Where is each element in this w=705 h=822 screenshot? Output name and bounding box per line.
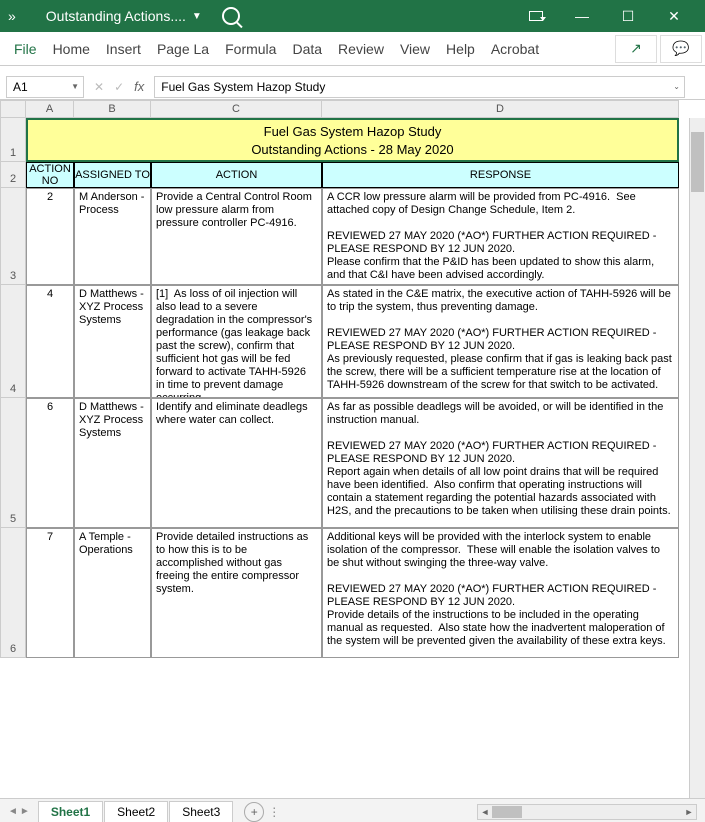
document-title: Outstanding Actions.... bbox=[46, 8, 186, 24]
ribbon-display-options-icon[interactable] bbox=[513, 0, 559, 32]
share-button[interactable]: ↗ bbox=[615, 35, 657, 63]
close-button[interactable]: ✕ bbox=[651, 0, 697, 32]
ribbon-tab-pagelayout[interactable]: Page La bbox=[149, 32, 217, 66]
data-cell[interactable]: 6 bbox=[26, 398, 74, 528]
title-bar: » Outstanding Actions.... ▼ — ☐ ✕ bbox=[0, 0, 705, 32]
formula-buttons: ✕ ✓ fx bbox=[84, 79, 154, 94]
data-cell[interactable]: As far as possible deadlegs will be avoi… bbox=[322, 398, 679, 528]
column-header-a[interactable]: A bbox=[26, 100, 74, 118]
tab-scroll-splitter[interactable]: ⋮ bbox=[268, 805, 274, 819]
column-headers: ABCD bbox=[0, 100, 705, 118]
ribbon-tab-review[interactable]: Review bbox=[330, 32, 392, 66]
table-header-cell[interactable]: ACTION bbox=[151, 162, 322, 188]
sheet-tab-bar: ◄ ► Sheet1Sheet2Sheet3 + ⋮ ◄ ► bbox=[0, 798, 705, 822]
ribbon-tab-data[interactable]: Data bbox=[284, 32, 330, 66]
sheet-title-cell[interactable]: Fuel Gas System Hazop Study Outstanding … bbox=[26, 118, 679, 162]
data-cell[interactable]: A CCR low pressure alarm will be provide… bbox=[322, 188, 679, 285]
name-box[interactable]: A1 ▼ bbox=[6, 76, 84, 98]
data-cell[interactable]: D Matthews - XYZ Process Systems bbox=[74, 285, 151, 398]
data-cell[interactable]: [1] As loss of oil injection will also l… bbox=[151, 285, 322, 398]
data-cell[interactable]: As stated in the C&E matrix, the executi… bbox=[322, 285, 679, 398]
formula-input[interactable]: Fuel Gas System Hazop Study ⌄ bbox=[154, 76, 685, 98]
insert-function-icon[interactable]: fx bbox=[134, 79, 144, 94]
minimize-button[interactable]: — bbox=[559, 0, 605, 32]
add-sheet-button[interactable]: + bbox=[244, 802, 264, 822]
data-cell[interactable]: Provide detailed instructions as to how … bbox=[151, 528, 322, 658]
data-cell[interactable]: 7 bbox=[26, 528, 74, 658]
sheet-tab-sheet3[interactable]: Sheet3 bbox=[169, 801, 233, 822]
column-header-b[interactable]: B bbox=[74, 100, 151, 118]
maximize-button[interactable]: ☐ bbox=[605, 0, 651, 32]
table-header-cell[interactable]: ACTION NO bbox=[26, 162, 74, 188]
select-all-corner[interactable] bbox=[0, 100, 26, 118]
row-header-1[interactable]: 1 bbox=[0, 118, 26, 162]
hscroll-left-icon[interactable]: ◄ bbox=[478, 807, 492, 817]
table-header-cell[interactable]: ASSIGNED TO bbox=[74, 162, 151, 188]
row-header-4[interactable]: 4 bbox=[0, 285, 26, 398]
sheet-nav: ◄ ► bbox=[0, 806, 38, 817]
search-icon[interactable] bbox=[222, 7, 240, 25]
row-header-6[interactable]: 6 bbox=[0, 528, 26, 658]
data-cell[interactable]: 2 bbox=[26, 188, 74, 285]
ribbon-tab-help[interactable]: Help bbox=[438, 32, 483, 66]
ribbon-tab-view[interactable]: View bbox=[392, 32, 438, 66]
data-cell[interactable]: D Matthews - XYZ Process Systems bbox=[74, 398, 151, 528]
title-dropdown-icon[interactable]: ▼ bbox=[192, 11, 202, 22]
formula-text: Fuel Gas System Hazop Study bbox=[161, 80, 325, 94]
ribbon-tabs: File Home Insert Page La Formula Data Re… bbox=[0, 32, 705, 66]
column-header-d[interactable]: D bbox=[322, 100, 679, 118]
sheet-nav-next-icon[interactable]: ► bbox=[20, 806, 30, 817]
data-cell[interactable]: M Anderson - Process bbox=[74, 188, 151, 285]
ribbon-tab-file[interactable]: File bbox=[6, 32, 45, 66]
column-header-c[interactable]: C bbox=[151, 100, 322, 118]
name-box-value: A1 bbox=[13, 80, 28, 94]
cancel-formula-icon[interactable]: ✕ bbox=[94, 80, 104, 94]
data-cell[interactable]: 4 bbox=[26, 285, 74, 398]
ribbon-tab-formulas[interactable]: Formula bbox=[217, 32, 284, 66]
table-header-cell[interactable]: RESPONSE bbox=[322, 162, 679, 188]
ribbon-collapse-icon[interactable]: » bbox=[8, 8, 16, 24]
horizontal-scrollbar[interactable]: ◄ ► bbox=[477, 804, 697, 820]
data-cell[interactable]: A Temple - Operations bbox=[74, 528, 151, 658]
ribbon-tab-insert[interactable]: Insert bbox=[98, 32, 149, 66]
ribbon-tab-home[interactable]: Home bbox=[45, 32, 98, 66]
sheet-tab-sheet1[interactable]: Sheet1 bbox=[38, 801, 103, 822]
data-cell[interactable]: Identify and eliminate deadlegs where wa… bbox=[151, 398, 322, 528]
comments-button[interactable]: 💬 bbox=[660, 35, 702, 63]
spreadsheet-grid: ABCD 123456 Fuel Gas System Hazop Study … bbox=[0, 100, 705, 798]
row-header-3[interactable]: 3 bbox=[0, 188, 26, 285]
formula-expand-icon[interactable]: ⌄ bbox=[673, 82, 680, 91]
ribbon-tab-acrobat[interactable]: Acrobat bbox=[483, 32, 547, 66]
data-cell[interactable]: Provide a Central Control Room low press… bbox=[151, 188, 322, 285]
accept-formula-icon[interactable]: ✓ bbox=[114, 80, 124, 94]
vertical-scrollbar[interactable] bbox=[689, 118, 705, 798]
row-header-5[interactable]: 5 bbox=[0, 398, 26, 528]
formula-bar: A1 ▼ ✕ ✓ fx Fuel Gas System Hazop Study … bbox=[0, 74, 705, 100]
name-box-dropdown-icon[interactable]: ▼ bbox=[71, 82, 79, 91]
cells-area[interactable]: Fuel Gas System Hazop Study Outstanding … bbox=[26, 118, 679, 798]
sheet-nav-prev-icon[interactable]: ◄ bbox=[8, 806, 18, 817]
row-header-2[interactable]: 2 bbox=[0, 162, 26, 188]
data-cell[interactable]: Additional keys will be provided with th… bbox=[322, 528, 679, 658]
hscroll-right-icon[interactable]: ► bbox=[682, 807, 696, 817]
sheet-tab-sheet2[interactable]: Sheet2 bbox=[104, 801, 168, 822]
row-headers: 123456 bbox=[0, 118, 26, 798]
